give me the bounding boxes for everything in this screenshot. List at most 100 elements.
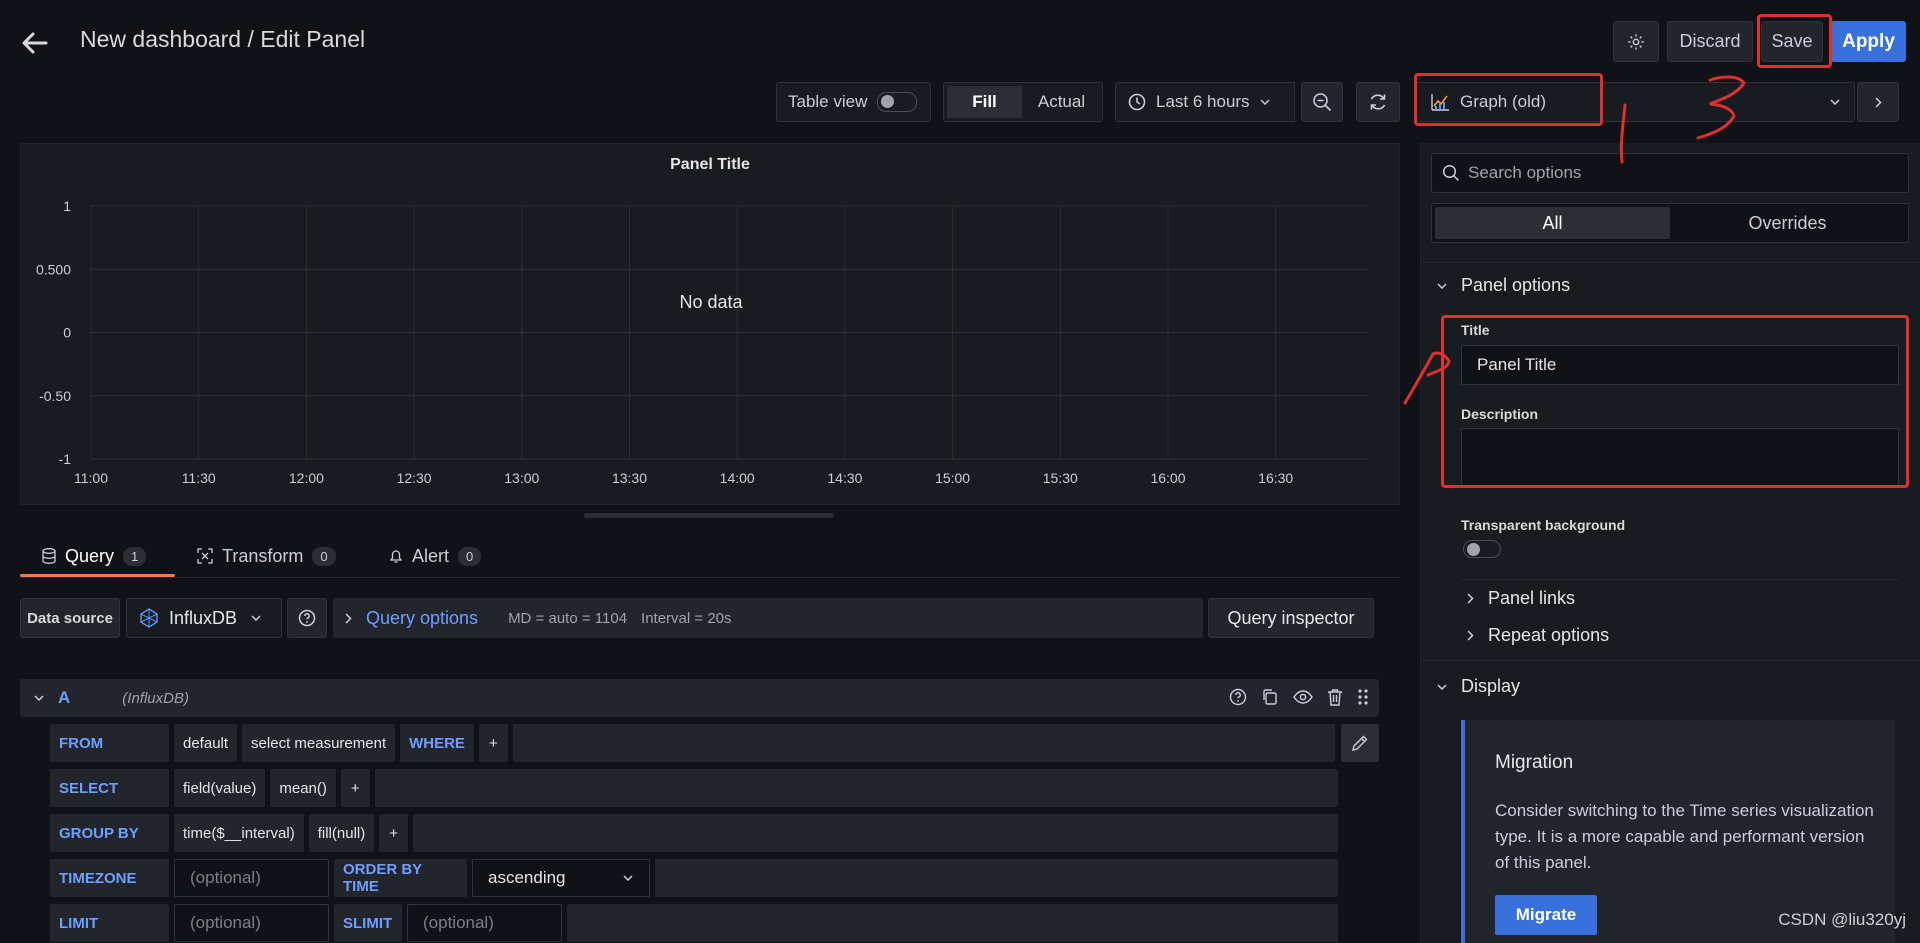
from-row-filler xyxy=(512,724,1335,762)
data-source-help-button[interactable] xyxy=(287,598,327,638)
query-ref-id[interactable]: A xyxy=(58,688,70,708)
add-where-button[interactable]: + xyxy=(478,724,508,762)
where-keyword: WHERE xyxy=(400,724,474,762)
table-view-toggle[interactable]: Table view xyxy=(776,82,931,122)
migrate-button[interactable]: Migrate xyxy=(1495,895,1597,935)
pencil-icon xyxy=(1351,734,1369,752)
x-tick-label: 11:00 xyxy=(74,470,108,486)
panel-links-header[interactable]: Panel links xyxy=(1467,588,1575,609)
table-view-label: Table view xyxy=(788,92,868,111)
transform-icon xyxy=(197,548,213,564)
query-row-select: SELECT field(value) mean() + xyxy=(50,769,1338,807)
no-data-message: No data xyxy=(679,292,743,312)
data-source-label: Data source xyxy=(20,598,120,638)
limit-row-filler xyxy=(567,904,1338,942)
chevron-down-icon xyxy=(1437,683,1447,690)
add-select-button[interactable]: + xyxy=(340,769,370,807)
zoom-out-icon xyxy=(1312,92,1332,112)
y-tick-label: 1 xyxy=(63,198,71,214)
slimit-keyword: SLIMIT xyxy=(334,904,402,942)
chevron-right-icon xyxy=(345,612,352,624)
options-pane-collapse-button[interactable] xyxy=(1857,82,1899,122)
time-range-picker[interactable]: Last 6 hours xyxy=(1115,82,1295,122)
panel-links-label: Panel links xyxy=(1488,588,1576,608)
query-row-limit: LIMIT (optional) SLIMIT (optional) xyxy=(50,904,1338,942)
query-row-header[interactable]: A (InfluxDB) xyxy=(20,679,1379,717)
section-divider xyxy=(1461,579,1899,580)
dashboard-settings-button[interactable] xyxy=(1613,21,1659,62)
query-inspector-button[interactable]: Query inspector xyxy=(1208,598,1374,638)
migration-title: Migration xyxy=(1495,752,1574,773)
select-row-filler xyxy=(374,769,1338,807)
timezone-input[interactable]: (optional) xyxy=(174,859,329,897)
question-circle-icon[interactable] xyxy=(1229,688,1247,706)
limit-input[interactable]: (optional) xyxy=(174,904,329,942)
repeat-options-label: Repeat options xyxy=(1488,625,1610,645)
drag-handle-icon[interactable] xyxy=(1357,688,1369,706)
migration-text: Consider switching to the Time series vi… xyxy=(1495,801,1874,872)
toggle-raw-query-button[interactable] xyxy=(1341,724,1379,762)
group-time-segment[interactable]: time($__interval) xyxy=(174,814,304,852)
zoom-out-button[interactable] xyxy=(1301,82,1343,122)
annotation-scribbles xyxy=(1403,75,1746,405)
actual-option[interactable]: Actual xyxy=(1024,86,1099,118)
x-tick-label: 14:30 xyxy=(827,470,862,486)
order-by-time-keyword: ORDER BY TIME xyxy=(334,859,467,897)
query-options-bar[interactable]: Query options MD = auto = 1104 Interval … xyxy=(333,598,1203,638)
tab-transform[interactable]: Transform 0 xyxy=(197,536,336,576)
repeat-options-header[interactable]: Repeat options xyxy=(1467,625,1609,646)
trash-icon[interactable] xyxy=(1327,688,1343,706)
chevron-down-icon[interactable] xyxy=(34,695,44,701)
query-row-timezone: TIMEZONE (optional) ORDER BY TIME ascend… xyxy=(50,859,1338,897)
eye-icon[interactable] xyxy=(1293,688,1313,706)
select-keyword: SELECT xyxy=(50,769,169,807)
panel-resize-handle[interactable] xyxy=(584,513,834,518)
tab-query[interactable]: Query 1 xyxy=(42,536,147,576)
tab-alert-label: Alert xyxy=(412,545,450,566)
query-row-actions xyxy=(1229,688,1369,706)
description-field[interactable] xyxy=(1461,428,1899,486)
clock-icon xyxy=(1128,93,1146,111)
field-segment[interactable]: field(value) xyxy=(174,769,266,807)
timezone-keyword: TIMEZONE xyxy=(50,859,169,897)
save-button[interactable]: Save xyxy=(1761,21,1823,62)
retention-policy-segment[interactable]: default xyxy=(174,724,238,762)
x-tick-label: 13:00 xyxy=(504,470,539,486)
tab-query-label: Query xyxy=(65,545,115,566)
question-circle-icon xyxy=(298,609,316,627)
apply-button[interactable]: Apply xyxy=(1831,21,1906,62)
group-fill-segment[interactable]: fill(null) xyxy=(308,814,375,852)
order-select[interactable]: ascending xyxy=(472,859,650,897)
discard-button[interactable]: Discard xyxy=(1667,21,1753,62)
watermark: CSDN @liu320yj xyxy=(1778,910,1906,929)
transparent-background-switch[interactable] xyxy=(1463,540,1501,558)
gear-icon xyxy=(1627,33,1645,51)
max-data-points: MD = auto = 1104 xyxy=(508,609,628,627)
x-tick-label: 16:00 xyxy=(1150,470,1185,486)
add-group-by-button[interactable]: + xyxy=(379,814,408,852)
back-arrow-icon[interactable] xyxy=(22,26,62,60)
display-header[interactable]: Display xyxy=(1437,676,1520,697)
tab-transform-count: 0 xyxy=(312,546,336,566)
query-row-from: FROM default select measurement WHERE + xyxy=(50,724,1335,762)
y-tick-label: 0.500 xyxy=(36,261,71,277)
query-row-group-by: GROUP BY time($__interval) fill(null) + xyxy=(50,814,1338,852)
chevron-right-icon xyxy=(1874,96,1882,108)
x-tick-label: 12:00 xyxy=(289,470,324,486)
fill-option[interactable]: Fill xyxy=(947,86,1022,118)
transparent-background-label: Transparent background xyxy=(1461,517,1626,533)
y-tick-label: -1 xyxy=(59,451,72,467)
limit-keyword: LIMIT xyxy=(50,904,169,942)
data-source-select[interactable]: InfluxDB xyxy=(126,598,282,638)
tab-alert[interactable]: Alert 0 xyxy=(389,536,482,576)
query-options-label: Query options xyxy=(366,607,479,628)
group-row-filler xyxy=(413,814,1338,852)
x-tick-label: 11:30 xyxy=(182,470,216,486)
slimit-input[interactable]: (optional) xyxy=(407,904,562,942)
page-title: New dashboard / Edit Panel xyxy=(80,26,366,52)
query-data-source: (InfluxDB) xyxy=(122,689,189,707)
table-view-switch[interactable] xyxy=(877,92,918,112)
copy-icon[interactable] xyxy=(1261,688,1279,706)
aggregation-segment[interactable]: mean() xyxy=(270,769,336,807)
measurement-segment[interactable]: select measurement xyxy=(242,724,396,762)
